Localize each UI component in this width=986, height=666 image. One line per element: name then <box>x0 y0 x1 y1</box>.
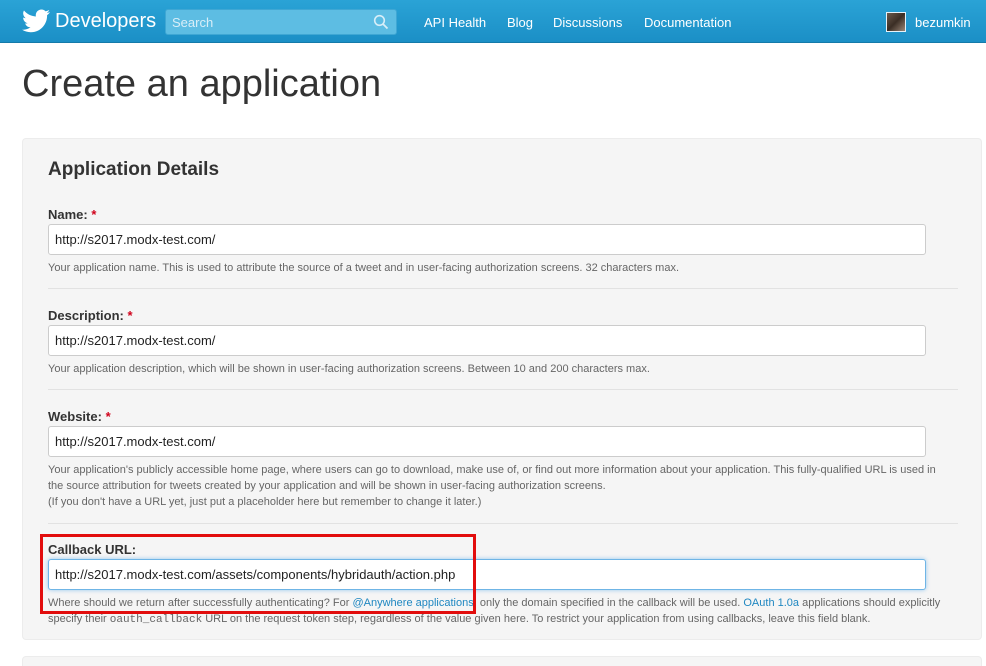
callback-help: Where should we return after successfull… <box>48 595 953 628</box>
name-input[interactable] <box>48 224 926 255</box>
search-icon[interactable] <box>373 14 389 30</box>
callback-help-text: Where should we return after successfull… <box>48 597 353 609</box>
required-mark: * <box>105 409 111 424</box>
page-title: Create an application <box>22 63 382 105</box>
name-label-text: Name: <box>48 207 88 222</box>
search-box <box>165 9 397 35</box>
anywhere-applications-link[interactable]: @Anywhere applications <box>352 597 473 609</box>
website-label-text: Website: <box>48 409 102 424</box>
website-input[interactable] <box>48 426 926 457</box>
website-help-text: Your application's publicly accessible h… <box>48 464 936 492</box>
search-input[interactable] <box>166 10 366 34</box>
callback-url-input[interactable] <box>48 559 926 590</box>
application-details-panel: Application Details Name: * Your applica… <box>22 138 982 640</box>
section-title: Application Details <box>48 159 220 180</box>
website-help: Your application's publicly accessible h… <box>48 462 953 510</box>
description-label-text: Description: <box>48 308 124 323</box>
name-help: Your application name. This is used to a… <box>48 262 680 274</box>
callback-help-text: URL on the request token step, regardles… <box>202 613 871 625</box>
divider <box>48 523 958 524</box>
required-mark: * <box>91 207 97 222</box>
top-navbar: Developers API Health Blog Discussions D… <box>0 0 986 43</box>
oauth-link[interactable]: OAuth 1.0a <box>743 597 799 609</box>
description-help: Your application description, which will… <box>48 363 650 375</box>
required-mark: * <box>127 308 133 323</box>
oauth-callback-code: oauth_callback <box>109 614 203 626</box>
twitter-bird-icon[interactable] <box>22 9 50 33</box>
next-panel <box>22 656 982 666</box>
avatar[interactable] <box>886 12 906 32</box>
website-help-note: (If you don't have a URL yet, just put a… <box>48 496 482 508</box>
divider <box>48 389 958 390</box>
name-label: Name: * <box>48 207 96 222</box>
callback-label: Callback URL: <box>48 542 137 557</box>
divider <box>48 288 958 289</box>
description-input[interactable] <box>48 325 926 356</box>
description-label: Description: * <box>48 308 133 323</box>
nav-blog[interactable]: Blog <box>507 15 533 30</box>
nav-discussions[interactable]: Discussions <box>553 15 622 30</box>
website-label: Website: * <box>48 409 111 424</box>
nav-api-health[interactable]: API Health <box>424 15 486 30</box>
callback-help-text: , only the domain specified in the callb… <box>473 597 744 609</box>
username[interactable]: bezumkin <box>915 15 971 30</box>
nav-documentation[interactable]: Documentation <box>644 15 731 30</box>
brand-title[interactable]: Developers <box>55 10 156 33</box>
